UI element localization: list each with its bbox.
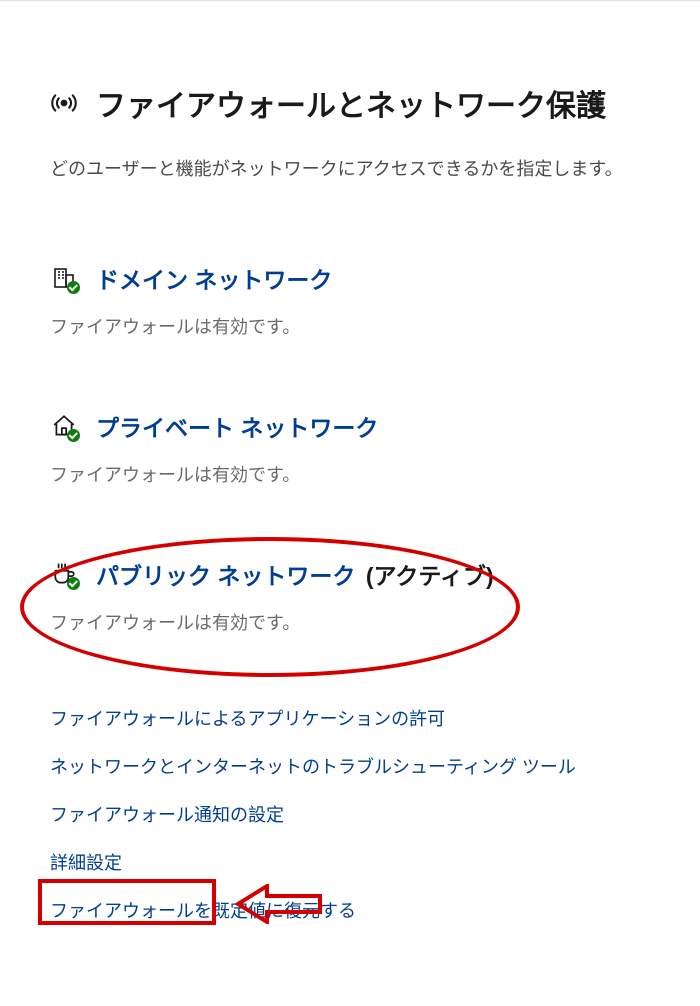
link-notification-settings[interactable]: ファイアウォール通知の設定 [50, 801, 650, 827]
antenna-icon [50, 89, 78, 117]
link-advanced-settings[interactable]: 詳細設定 [50, 849, 650, 875]
network-domain[interactable]: ドメイン ネットワーク ファイアウォールは有効です。 [50, 261, 650, 339]
network-private-status: ファイアウォールは有効です。 [50, 461, 650, 487]
home-icon [50, 412, 78, 440]
network-public-status: ファイアウォールは有効です。 [50, 609, 650, 635]
network-private-label: プライベート ネットワーク [96, 409, 378, 443]
network-private[interactable]: プライベート ネットワーク ファイアウォールは有効です。 [50, 409, 650, 487]
coffee-icon [50, 560, 78, 588]
network-domain-status: ファイアウォールは有効です。 [50, 313, 650, 339]
network-public[interactable]: パブリック ネットワーク (アクティブ) ファイアウォールは有効です。 [50, 557, 650, 635]
link-allow-app[interactable]: ファイアウォールによるアプリケーションの許可 [50, 705, 650, 731]
link-restore-defaults[interactable]: ファイアウォールを既定値に復元する [50, 897, 650, 923]
network-domain-label: ドメイン ネットワーク [96, 261, 332, 295]
network-public-label: パブリック ネットワーク [96, 563, 355, 589]
page-subtitle: どのユーザーと機能がネットワークにアクセスできるかを指定します。 [50, 155, 650, 181]
link-troubleshoot[interactable]: ネットワークとインターネットのトラブルシューティング ツール [50, 753, 650, 779]
building-icon [50, 264, 78, 292]
network-public-active: (アクティブ) [366, 563, 494, 589]
page-title: ファイアウォールとネットワーク保護 [96, 81, 606, 125]
